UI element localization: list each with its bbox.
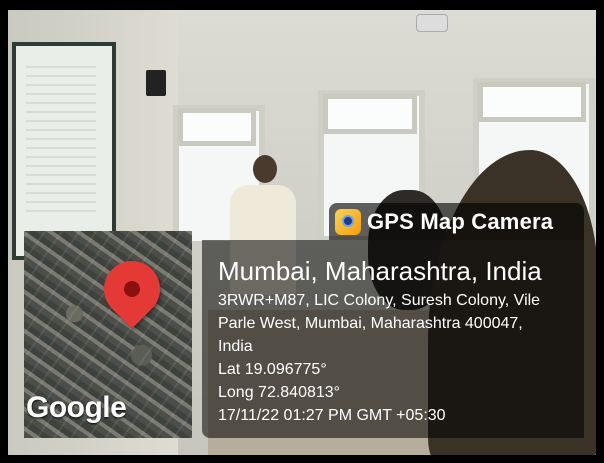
ceiling-projector xyxy=(416,14,448,32)
window-transom xyxy=(178,108,256,146)
gps-camera-title-tab: GPS Map Camera xyxy=(329,203,584,240)
address-line: India xyxy=(218,338,253,355)
projection-screen xyxy=(12,42,116,260)
projector xyxy=(146,70,166,96)
location-info-panel: Mumbai, Maharashtra, India 3RWR+M87, LIC… xyxy=(202,240,584,438)
map-camera-icon xyxy=(335,208,361,235)
location-map-thumbnail: Google xyxy=(24,231,192,438)
address-line: Parle West, Mumbai, Maharashtra 400047, xyxy=(218,315,523,332)
longitude: Long 72.840813° xyxy=(218,384,341,401)
latitude: Lat 19.096775° xyxy=(218,361,327,378)
window-transom xyxy=(478,82,586,122)
presenter-head xyxy=(253,155,277,183)
location-title: Mumbai, Maharashtra, India xyxy=(218,256,542,286)
photo-frame: GPS Map Camera Google Mumbai, Maharashtr… xyxy=(0,0,604,463)
address-line: 3RWR+M87, LIC Colony, Suresh Colony, Vil… xyxy=(218,292,541,309)
timestamp: 17/11/22 01:27 PM GMT +05:30 xyxy=(218,407,446,424)
window-transom xyxy=(323,94,417,134)
location-pin-icon xyxy=(92,249,172,329)
google-logo: Google xyxy=(26,391,127,424)
app-title: GPS Map Camera xyxy=(367,208,554,234)
